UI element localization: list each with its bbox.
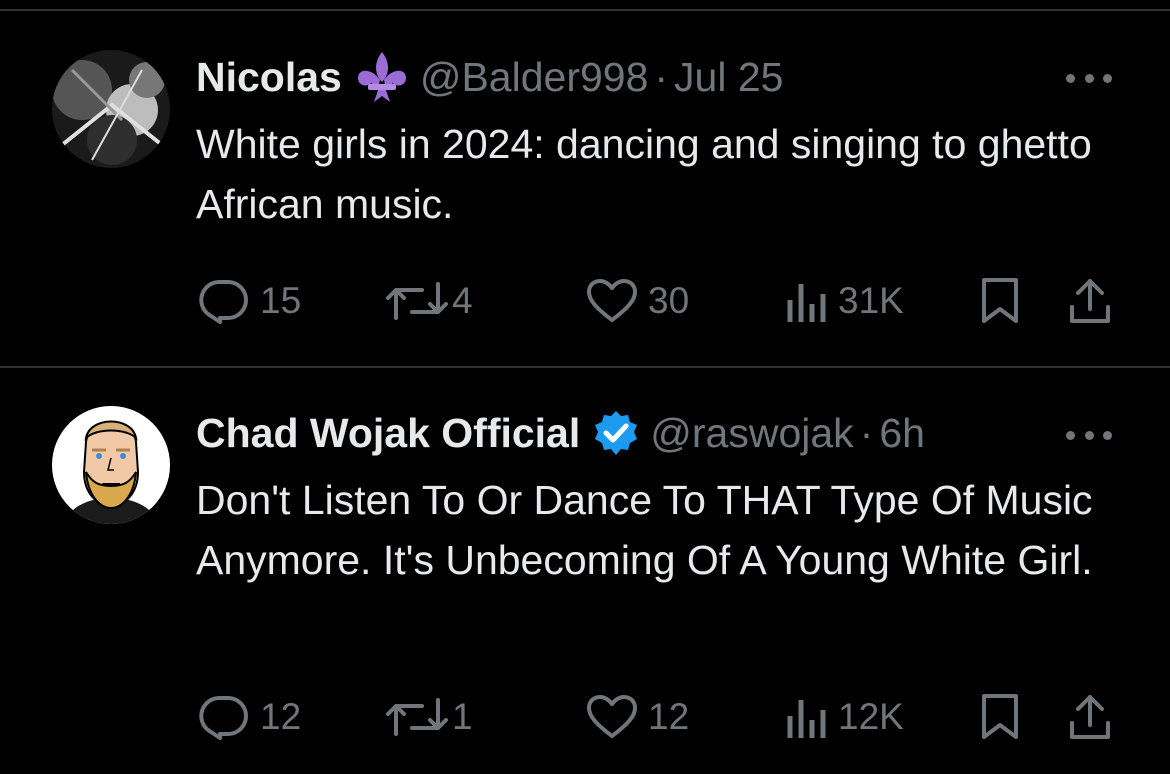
reply-icon bbox=[198, 278, 250, 324]
tweet-text: White girls in 2024: dancing and singing… bbox=[196, 121, 1092, 227]
views-count: 31K bbox=[838, 280, 904, 321]
reply-icon bbox=[198, 694, 250, 740]
repost-button[interactable]: 1 bbox=[386, 692, 473, 742]
timestamp[interactable]: 6h bbox=[879, 410, 925, 457]
like-icon bbox=[586, 694, 638, 740]
repost-icon bbox=[386, 278, 448, 324]
like-count: 30 bbox=[648, 280, 690, 321]
action-bar: 12 1 12 12K bbox=[196, 692, 1116, 742]
bookmark-button[interactable] bbox=[980, 276, 1020, 326]
share-icon bbox=[1068, 277, 1112, 325]
more-icon[interactable] bbox=[1066, 55, 1112, 101]
separator: · bbox=[859, 409, 874, 456]
bookmark-icon bbox=[980, 277, 1020, 325]
views-icon bbox=[784, 694, 828, 740]
display-name[interactable]: Chad Wojak Official bbox=[196, 410, 580, 457]
avatar-nicolas[interactable] bbox=[52, 50, 170, 168]
reply-count: 12 bbox=[260, 696, 302, 737]
repost-icon bbox=[386, 694, 448, 740]
more-icon[interactable] bbox=[1066, 412, 1112, 458]
action-bar: 15 4 30 31K bbox=[196, 276, 1116, 326]
repost-button[interactable]: 4 bbox=[386, 276, 473, 326]
bookmark-button[interactable] bbox=[980, 692, 1020, 742]
separator: · bbox=[654, 53, 669, 100]
fleur-de-lis-icon bbox=[354, 50, 410, 104]
tweet-header: Nicolas @Balder998 · Jul 25 bbox=[196, 47, 783, 107]
repost-count: 4 bbox=[452, 280, 473, 321]
handle[interactable]: @raswojak bbox=[650, 410, 853, 457]
reply-button[interactable]: 12 bbox=[198, 692, 301, 742]
share-button[interactable] bbox=[1068, 276, 1112, 326]
timestamp[interactable]: Jul 25 bbox=[674, 54, 783, 101]
reply-count: 15 bbox=[260, 280, 302, 321]
like-button[interactable]: 12 bbox=[586, 692, 689, 742]
tweet-text: Don't Listen To Or Dance To THAT Type Of… bbox=[196, 477, 1093, 583]
tweet-1[interactable]: Nicolas @Balder998 · Jul 25 White girls … bbox=[0, 0, 1170, 366]
repost-count: 1 bbox=[452, 696, 473, 737]
verified-badge-icon bbox=[592, 409, 640, 457]
views-button[interactable]: 12K bbox=[784, 692, 904, 742]
tweet-header: Chad Wojak Official @raswojak · 6h bbox=[196, 403, 925, 463]
like-button[interactable]: 30 bbox=[586, 276, 689, 326]
handle[interactable]: @Balder998 bbox=[420, 54, 649, 101]
tweet-2[interactable]: Chad Wojak Official @raswojak · 6h Don't… bbox=[0, 368, 1170, 774]
views-count: 12K bbox=[838, 696, 904, 737]
share-button[interactable] bbox=[1068, 692, 1112, 742]
avatar-chad-wojak[interactable] bbox=[52, 406, 170, 524]
like-icon bbox=[586, 278, 638, 324]
views-icon bbox=[784, 278, 828, 324]
display-name[interactable]: Nicolas bbox=[196, 54, 342, 101]
bookmark-icon bbox=[980, 693, 1020, 741]
views-button[interactable]: 31K bbox=[784, 276, 904, 326]
like-count: 12 bbox=[648, 696, 690, 737]
share-icon bbox=[1068, 693, 1112, 741]
reply-button[interactable]: 15 bbox=[198, 276, 301, 326]
